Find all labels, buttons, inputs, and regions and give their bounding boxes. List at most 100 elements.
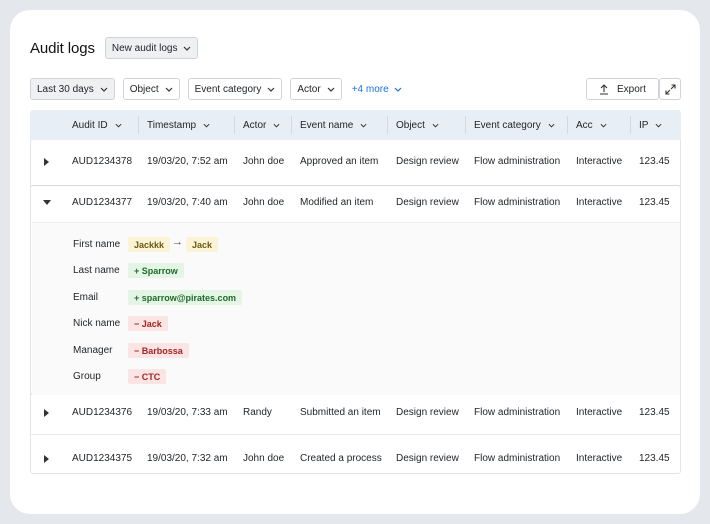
caret-right-icon[interactable] [44,455,50,463]
audit-table: Audit ID Timestamp Actor Event name Obje… [30,110,681,474]
object-cell: Design review [396,197,459,208]
export-button[interactable]: Export [586,78,659,100]
event-name-cell: Submitted an item [300,407,381,418]
object-cell: Design review [396,453,459,464]
more-filters-label: +4 more [351,83,389,95]
object-cell: Design review [396,407,459,418]
chevron-down-icon [100,87,108,92]
expand-icon [664,83,676,95]
caret-down-icon[interactable] [43,200,51,206]
column-acc[interactable]: Acc [568,110,607,140]
event-name-cell: Created a process [300,453,382,464]
event-name-cell: Approved an item [300,156,379,167]
timestamp-cell: 19/03/20, 7:32 am [147,453,228,464]
table-row[interactable]: AUD1234378 19/03/20, 7:52 am John doe Ap… [30,140,681,185]
ip-cell: 123.45 [639,156,670,167]
fullscreen-button[interactable] [659,78,681,100]
ip-cell: 123.45 [639,453,670,464]
added-value-pill: + Sparrow [128,263,184,278]
chevron-down-icon [115,123,122,128]
column-event-name[interactable]: Event name [292,110,367,140]
column-audit-id[interactable]: Audit ID [64,110,122,140]
added-value-pill: + sparrow@pirates.com [128,290,243,305]
actor-cell: John doe [243,156,285,167]
event-category-filter[interactable]: Event category [187,78,283,100]
acc-cell: Interactive [576,197,623,208]
chevron-down-icon [184,46,191,51]
chevron-down-icon [267,87,275,92]
column-label: Acc [576,119,593,131]
timestamp-cell: 19/03/20, 7:33 am [147,407,228,418]
caret-right-icon[interactable] [44,409,50,417]
object-filter[interactable]: Object [122,78,180,100]
chevron-down-icon [327,87,335,92]
expanded-row: AUD1234377 19/03/20, 7:40 am John doe Mo… [30,185,681,395]
column-object[interactable]: Object [388,110,439,140]
event-category-cell: Flow administration [474,453,561,464]
last-name-label: Last name [73,265,120,276]
caret-right-icon[interactable] [44,158,50,166]
arrow-right-icon: → [172,236,183,248]
acc-cell: Interactive [576,156,623,167]
table-row[interactable]: AUD1234376 19/03/20, 7:33 am Randy Submi… [30,395,681,435]
event-name-cell: Modified an item [300,197,374,208]
audit-id-cell: AUD1234377 [72,197,133,208]
object-filter-label: Object [129,83,159,95]
ip-cell: 123.45 [639,197,670,208]
column-label: Event name [300,119,354,131]
actor-cell: John doe [243,197,285,208]
chevron-down-icon [360,123,367,128]
group-label: Group [73,371,101,382]
chevron-down-icon [432,123,439,128]
old-value-pill: Jackkk [128,237,171,252]
removed-value-pill: − Jack [128,316,168,331]
acc-cell: Interactive [576,407,623,418]
more-filters-link[interactable]: +4 more [352,84,402,95]
change-details: First name Jackkk → Jack Last name + Spa… [32,222,681,395]
filter-bar: Last 30 days Object Event category Actor… [30,78,402,100]
chevron-down-icon [203,123,210,128]
removed-value-pill: − Barbossa [128,343,189,358]
actor-cell: John doe [243,453,285,464]
timestamp-cell: 19/03/20, 7:52 am [147,156,228,167]
event-category-filter-label: Event category [194,83,262,95]
column-actor[interactable]: Actor [235,110,280,140]
event-category-cell: Flow administration [474,197,561,208]
chevron-down-icon [548,123,555,128]
acc-cell: Interactive [576,453,623,464]
actor-filter[interactable]: Actor [290,78,342,100]
column-label: Audit ID [72,119,108,131]
date-range-filter[interactable]: Last 30 days [30,78,115,100]
title-row: Audit logs New audit logs [30,37,199,59]
chevron-down-icon [394,87,402,92]
removed-value-pill: − CTC [128,369,167,384]
actor-filter-label: Actor [297,83,321,95]
manager-label: Manager [73,345,113,356]
chevron-down-icon [655,123,662,128]
audit-id-cell: AUD1234375 [72,453,133,464]
column-label: IP [639,119,649,131]
column-label: Object [396,119,425,131]
nick-name-label: Nick name [73,318,121,329]
actor-cell: Randy [243,407,272,418]
chevron-down-icon [165,87,173,92]
email-label: Email [73,292,99,303]
column-label: Actor [243,119,267,131]
column-event-category[interactable]: Event category [466,110,555,140]
audit-id-cell: AUD1234376 [72,407,133,418]
page-title: Audit logs [30,39,95,57]
audit-id-cell: AUD1234378 [72,156,133,167]
upload-icon [600,83,608,95]
first-name-label: First name [73,239,121,250]
view-selector-dropdown[interactable]: New audit logs [104,37,199,59]
column-ip[interactable]: IP [631,110,662,140]
ip-cell: 123.45 [639,407,670,418]
table-row[interactable]: AUD1234375 19/03/20, 7:32 am John doe Cr… [30,435,681,474]
object-cell: Design review [396,156,459,167]
table-row[interactable]: AUD1234377 19/03/20, 7:40 am John doe Mo… [30,186,681,221]
timestamp-cell: 19/03/20, 7:40 am [147,197,228,208]
column-timestamp[interactable]: Timestamp [139,110,210,140]
view-selector-label: New audit logs [111,42,178,54]
chevron-down-icon [273,123,280,128]
table-header: Audit ID Timestamp Actor Event name Obje… [30,110,681,140]
